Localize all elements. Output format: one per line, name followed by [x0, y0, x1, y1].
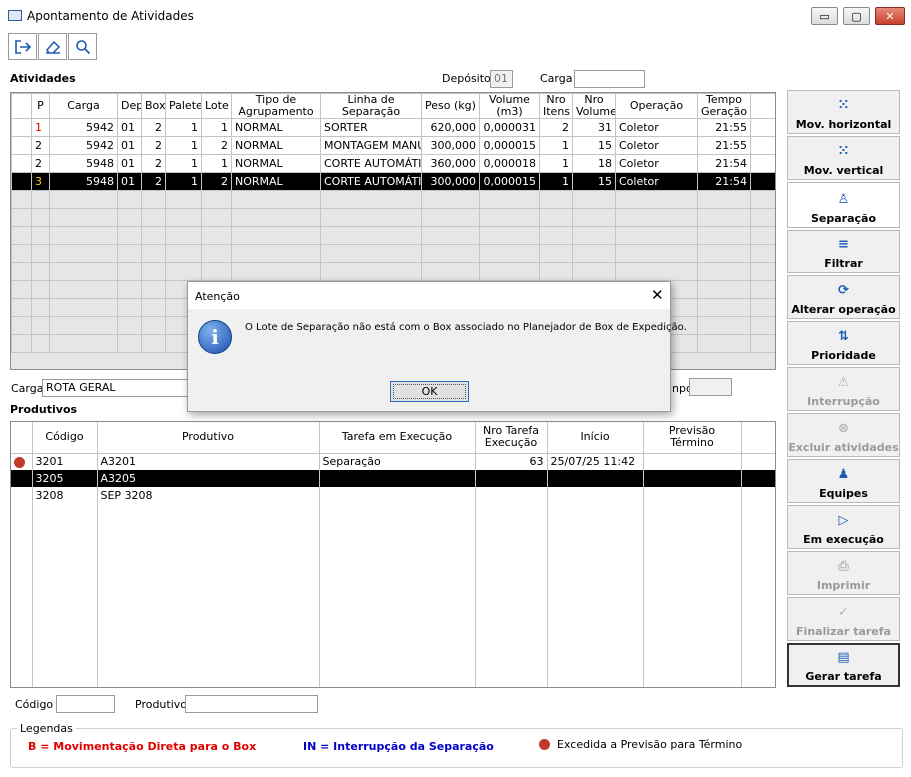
codigo-filter-field[interactable] [56, 695, 115, 713]
window-title: Apontamento de Atividades [27, 9, 194, 23]
imprimir-button[interactable]: ⎙ Imprimir [787, 551, 900, 595]
col-header-lote[interactable]: Lote [201, 93, 232, 119]
produtivo-filter-label: Produtivo [135, 698, 188, 711]
maximize-button[interactable]: ▢ [843, 7, 870, 25]
info-icon: i [198, 320, 232, 354]
check-icon: ✓ [838, 605, 849, 620]
extra-header [741, 422, 775, 454]
col-header-p[interactable]: P [31, 93, 50, 119]
exit-button[interactable] [8, 33, 37, 60]
col-header-tempo[interactable]: Tempo Geração [697, 93, 751, 119]
table-row[interactable]: 1 5942 01 2 1 1 NORMAL SORTER 620,000 0,000031 2 31… [11, 118, 775, 137]
dialog-title: Atenção [188, 282, 670, 309]
exceeded-dot-icon [14, 456, 25, 468]
col-header-tipo[interactable]: Tipo de Agrupamento [231, 93, 321, 119]
deposit-field[interactable]: 01 [490, 70, 513, 88]
table-row[interactable]: 2 5942 01 2 1 2 NORMAL MONTAGEM MANU 300,000 0,00… [11, 136, 775, 155]
separation-icon: ♙ [837, 192, 850, 207]
gerar-tarefa-button[interactable]: ▤ Gerar tarefa [787, 643, 900, 687]
close-button[interactable]: ✕ [875, 7, 905, 25]
col-header-volume[interactable]: Volume (m3) [479, 93, 540, 119]
team-icon: ♟ [837, 467, 850, 482]
codigo-filter-label: Código [15, 698, 54, 711]
col-header-previsao[interactable]: Previsão Término [643, 422, 742, 454]
col-header-tarefa[interactable]: Tarefa em Execução [319, 422, 476, 454]
play-icon: ▷ [838, 513, 849, 528]
exit-icon [14, 39, 31, 54]
delete-icon: ⊗ [838, 421, 849, 436]
carga-filter-field[interactable] [574, 70, 645, 88]
row-indicator-header [11, 422, 33, 454]
col-header-peso[interactable]: Peso (kg) [421, 93, 480, 119]
produtivo-filter-field[interactable] [185, 695, 318, 713]
table-row[interactable]: 2 5948 01 2 1 1 NORMAL CORTE AUTOMÁTI 360,000 0,0… [11, 154, 775, 173]
col-header-codigo[interactable]: Código [32, 422, 98, 454]
minimize-icon: ▭ [819, 9, 830, 23]
filtrar-button[interactable]: ≡ Filtrar [787, 230, 900, 273]
table-row-selected[interactable]: 3 5948 01 2 1 2 NORMAL CORTE AUTOMÁTI 300,000 0,0… [11, 172, 775, 191]
search-button[interactable] [68, 33, 97, 60]
legend-b: B = Movimentação Direta para o Box [28, 740, 257, 753]
productive-section-title: Produtivos [10, 403, 78, 416]
legend-exceeded: Excedida a Previsão para Término [557, 738, 743, 751]
col-header-palete[interactable]: Palete [165, 93, 202, 119]
interrupcao-button[interactable]: ⚠ Interrupção [787, 367, 900, 411]
eraser-icon [45, 40, 60, 54]
col-header-box[interactable]: Box [141, 93, 166, 119]
tempo-field[interactable] [689, 378, 732, 396]
productive-grid[interactable]: Código Produtivo Tarefa em Execução Nro … [10, 421, 776, 688]
print-icon: ⎙ [838, 559, 849, 574]
sort-icon: ⇅ [838, 329, 849, 344]
ok-button[interactable]: OK [390, 381, 469, 402]
warning-icon: ⚠ [837, 375, 850, 390]
col-header-itens[interactable]: Nro Itens [539, 93, 573, 119]
search-icon [75, 39, 90, 54]
col-header-produtivo[interactable]: Produtivo [97, 422, 320, 454]
em-execucao-button[interactable]: ▷ Em execução [787, 505, 900, 549]
mov-vertical-button[interactable]: ⁙ Mov. vertical [787, 136, 900, 180]
table-row[interactable]: 3208 SEP 3208 [11, 487, 775, 504]
col-header-operacao[interactable]: Operação [615, 93, 698, 119]
carga-info-label: Carga [11, 382, 44, 395]
filter-icon: ≡ [838, 237, 849, 252]
minimize-button[interactable]: ▭ [811, 7, 838, 25]
dialog-close-icon[interactable]: ✕ [651, 286, 664, 304]
app-icon [8, 10, 22, 21]
col-header-dep[interactable]: Dep [117, 93, 142, 119]
row-indicator-header [11, 93, 32, 119]
table-row-selected[interactable]: 3205 A3205 [11, 470, 775, 487]
carga-info-field[interactable]: ROTA GERAL [42, 379, 188, 397]
carga-filter-label: Carga [540, 72, 573, 85]
separacao-button[interactable]: ♙ Separação [787, 182, 900, 228]
activities-section-title: Atividades [10, 72, 76, 85]
close-icon: ✕ [885, 9, 895, 23]
clear-button[interactable] [38, 33, 67, 60]
col-header-nro-volume[interactable]: Nro Volume [572, 93, 616, 119]
deposit-label: Depósito [442, 72, 491, 85]
refresh-icon: ⟳ [838, 283, 849, 298]
document-icon: ▤ [837, 650, 850, 665]
legend-title: Legendas [17, 722, 76, 735]
prioridade-button[interactable]: ⇅ Prioridade [787, 321, 900, 365]
col-header-nro-tarefa[interactable]: Nro Tarefa Execução [475, 422, 548, 454]
grid-icon: ⁙ [838, 98, 849, 113]
grid-icon: ⁙ [838, 144, 849, 159]
legend-in: IN = Interrupção da Separação [303, 740, 494, 753]
maximize-icon: ▢ [851, 9, 862, 23]
mov-horizontal-button[interactable]: ⁙ Mov. horizontal [787, 90, 900, 134]
equipes-button[interactable]: ♟ Equipes [787, 459, 900, 503]
finalizar-tarefa-button[interactable]: ✓ Finalizar tarefa [787, 597, 900, 641]
extra-header [750, 93, 775, 119]
dialog-message: O Lote de Separação não está com o Box a… [245, 322, 687, 333]
alterar-operacao-button[interactable]: ⟳ Alterar operação [787, 275, 900, 319]
table-row[interactable]: 3201 A3201 Separação 63 25/07/25 11:42 [11, 453, 775, 470]
excluir-atividades-button[interactable]: ⊗ Excluir atividades [787, 413, 900, 457]
col-header-carga[interactable]: Carga [49, 93, 118, 119]
exceeded-dot-icon [539, 739, 550, 750]
col-header-inicio[interactable]: Início [547, 422, 644, 454]
alert-dialog: Atenção ✕ i O Lote de Separação não está… [187, 281, 687, 412]
col-header-linha[interactable]: Linha de Separação [320, 93, 422, 119]
